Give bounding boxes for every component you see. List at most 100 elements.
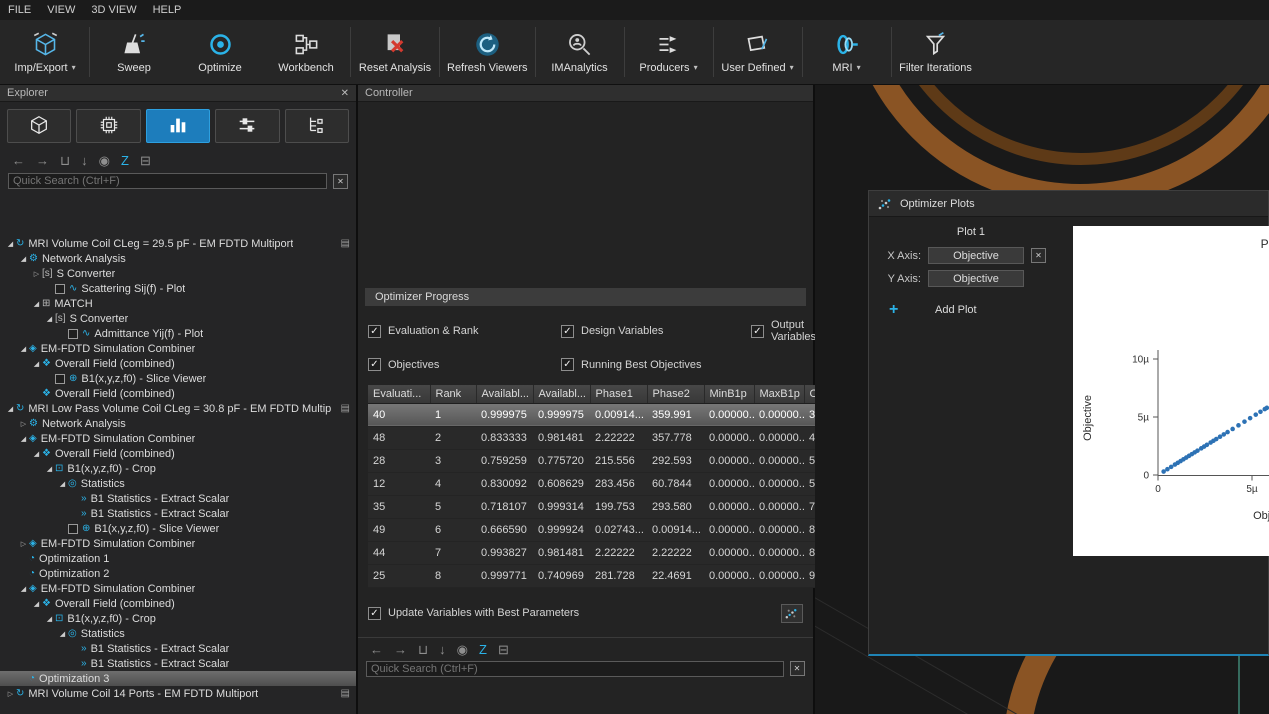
download-arrow-icon[interactable]: ↓ [81,154,88,167]
toolbar-button-sweep[interactable]: Sweep [91,20,177,84]
tree-item-overall-field-combined[interactable]: ◢❖Overall Field (combined) [0,446,356,461]
menu-item-help[interactable]: HELP [153,4,182,16]
controller-search-input[interactable] [366,661,784,677]
tree-item-em-fdtd-simulation-combiner[interactable]: ◢◈EM-FDTD Simulation Combiner [0,581,356,596]
y-axis-select[interactable]: Objective [928,270,1024,287]
tree-item-admittance-yij-f-plot[interactable]: ∿Admittance Yij(f) - Plot [0,326,356,341]
filter-checkbox-running-best-objectives[interactable]: ✓Running Best Objectives [561,358,751,371]
checkbox-icon[interactable]: ✓ [368,325,381,338]
caret-closed-icon[interactable]: ▷ [18,540,29,548]
filter-checkbox-design-variables[interactable]: ✓Design Variables [561,319,751,343]
caret-open-icon[interactable]: ◢ [31,450,42,458]
caret-open-icon[interactable]: ◢ [18,585,29,593]
menu-item-file[interactable]: FILE [8,4,31,16]
column-header[interactable]: Availabl... [533,385,590,403]
remove-plot-icon[interactable]: ✕ [1031,248,1046,263]
tree-item-statistics[interactable]: ◢◎Statistics [0,476,356,491]
toolbar-button-producers[interactable]: Producers▾ [626,20,712,84]
caret-open-icon[interactable]: ◢ [5,240,16,248]
filter-checkbox-objectives[interactable]: ✓Objectives [368,358,561,371]
back-arrow-icon[interactable]: ← [12,154,25,167]
export-icon[interactable]: ⊔ [60,154,70,167]
tree-item-overall-field-combined[interactable]: ◢❖Overall Field (combined) [0,596,356,611]
optimizer-plots-window[interactable]: Optimizer Plots Plot 1 X Axis: Objective… [868,190,1269,656]
tree-item-mri-low-pass-volume-coil-cleg-30-8-pf-em-fdtd-multip[interactable]: ◢↻MRI Low Pass Volume Coil CLeg = 30.8 p… [0,401,356,416]
table-row[interactable]: 2580.9997710.740969281.72822.46910.00000… [368,564,866,587]
caret-open-icon[interactable]: ◢ [18,255,29,263]
tree-item-b1-statistics-extract-scalar[interactable]: »B1 Statistics - Extract Scalar [0,641,356,656]
tree-item-b1-x-y-z-f0-crop[interactable]: ◢⊡B1(x,y,z,f0) - Crop [0,461,356,476]
caret-open-icon[interactable]: ◢ [44,615,55,623]
caret-closed-icon[interactable]: ▷ [31,270,42,278]
caret-open-icon[interactable]: ◢ [44,315,55,323]
tree-item-b1-statistics-extract-scalar[interactable]: »B1 Statistics - Extract Scalar [0,656,356,671]
toolbar-button-workbench[interactable]: Workbench [263,20,349,84]
forward-arrow-icon[interactable]: → [36,154,49,167]
selection-box-icon[interactable]: ⊟ [498,643,509,656]
item-visibility-checkbox[interactable] [55,284,65,294]
sort-icon[interactable]: Z [121,154,129,167]
tree-item-network-analysis[interactable]: ▷⚙Network Analysis [0,416,356,431]
caret-open-icon[interactable]: ◢ [18,345,29,353]
tree-item-overall-field-combined[interactable]: ❖Overall Field (combined) [0,386,356,401]
item-visibility-checkbox[interactable] [68,524,78,534]
workflow-view-button[interactable] [285,109,349,143]
filter-checkbox-output-variables[interactable]: ✓Output Variables [751,319,816,343]
optimizer-plots-titlebar[interactable]: Optimizer Plots [869,191,1268,217]
toolbar-button-refresh-viewers[interactable]: Refresh Viewers [441,20,534,84]
toolbar-button-imp-export[interactable]: Imp/Export▾ [2,20,88,84]
toolbar-button-imanalytics[interactable]: IMAnalytics [537,20,623,84]
tree-item-optimization-2[interactable]: ◔Optimization 2 [0,566,356,581]
tree-item-overall-field-combined[interactable]: ◢❖Overall Field (combined) [0,356,356,371]
export-icon[interactable]: ⊔ [418,643,428,656]
tree-item-match[interactable]: ◢⊞MATCH [0,296,356,311]
add-plot-row[interactable]: + Add Plot [869,301,1073,319]
tree-item-b1-x-y-z-f0-slice-viewer[interactable]: ⊕B1(x,y,z,f0) - Slice Viewer [0,521,356,536]
explorer-search-input[interactable] [8,173,327,189]
column-header[interactable]: Availabl... [476,385,533,403]
caret-closed-icon[interactable]: ▷ [18,420,29,428]
tree-item-b1-statistics-extract-scalar[interactable]: »B1 Statistics - Extract Scalar [0,506,356,521]
caret-open-icon[interactable]: ◢ [57,480,68,488]
table-row[interactable]: 4820.8333330.9814812.22222357.7780.00000… [368,426,866,449]
clear-search-icon[interactable]: ✕ [333,174,348,189]
toolbar-button-reset-analysis[interactable]: Reset Analysis [352,20,438,84]
tree-item-statistics[interactable]: ◢◎Statistics [0,626,356,641]
analysis-view-button[interactable] [146,109,210,143]
tree-item-mri-volume-coil-cleg-29-5-pf-em-fdtd-multiport[interactable]: ◢↻MRI Volume Coil CLeg = 29.5 pF - EM FD… [0,236,356,251]
back-arrow-icon[interactable]: ← [370,643,383,656]
toolbar-button-filter-iterations[interactable]: Filter Iterations [893,20,979,84]
caret-open-icon[interactable]: ◢ [18,435,29,443]
tree-item-mri-volume-coil-14-ports-em-fdtd-multiport[interactable]: ▷↻MRI Volume Coil 14 Ports - EM FDTD Mul… [0,686,356,701]
tree-item-s-converter[interactable]: ◢[s]S Converter [0,311,356,326]
clear-search-icon[interactable]: ✕ [790,661,805,676]
toolbar-button-mri[interactable]: MRI▾ [804,20,890,84]
table-row[interactable]: 3550.7181070.999314199.753293.5800.00000… [368,495,866,518]
model-view-button[interactable] [7,109,71,143]
toolbar-button-optimize[interactable]: Optimize [177,20,263,84]
column-header[interactable]: MinB1p [704,385,754,403]
caret-open-icon[interactable]: ◢ [31,600,42,608]
tree-item-em-fdtd-simulation-combiner[interactable]: ◢◈EM-FDTD Simulation Combiner [0,341,356,356]
table-row[interactable]: 2830.7592590.775720215.556292.5930.00000… [368,449,866,472]
dropdown-caret-icon[interactable]: ▾ [72,63,76,72]
tree-item-optimization-1[interactable]: ◔Optimization 1 [0,551,356,566]
checkbox-icon[interactable]: ✓ [751,325,764,338]
simulation-view-button[interactable] [76,109,140,143]
menu-item-view[interactable]: VIEW [47,4,75,16]
caret-closed-icon[interactable]: ▷ [5,690,16,698]
item-visibility-checkbox[interactable] [55,374,65,384]
table-row[interactable]: 4960.6665900.9999240.02743...0.00914...0… [368,518,866,541]
sort-icon[interactable]: Z [479,643,487,656]
visibility-icon[interactable]: ◉ [457,643,468,656]
forward-arrow-icon[interactable]: → [394,643,407,656]
tree-item-optimization-3[interactable]: ◔Optimization 3 [0,671,356,686]
column-header[interactable]: Rank [430,385,476,403]
column-header[interactable]: Phase1 [590,385,647,403]
close-icon[interactable]: ✕ [341,88,349,99]
checkbox-icon[interactable]: ✓ [561,358,574,371]
controller-view-button[interactable] [215,109,279,143]
checkbox-icon[interactable]: ✓ [561,325,574,338]
download-arrow-icon[interactable]: ↓ [439,643,446,656]
selection-box-icon[interactable]: ⊟ [140,154,151,167]
